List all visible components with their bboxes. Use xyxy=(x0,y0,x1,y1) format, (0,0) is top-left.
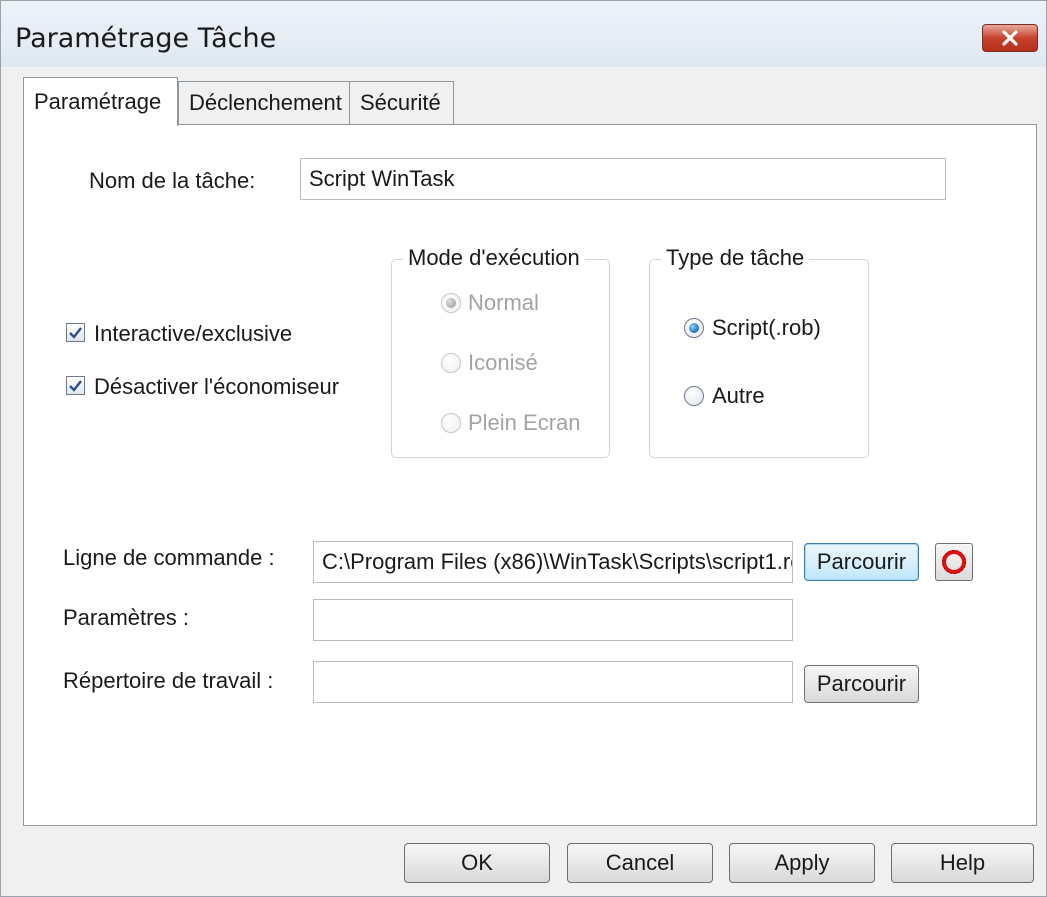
screensaver-label: Désactiver l'économiseur xyxy=(94,374,340,399)
radio-script-label: Script(.rob) xyxy=(712,315,821,340)
tab-label: Sécurité xyxy=(360,90,441,115)
dialog-window: Paramétrage Tâche Paramétrage Déclenchem… xyxy=(0,0,1047,897)
radio-plein-ecran-label: Plein Ecran xyxy=(468,410,581,435)
interactive-label: Interactive/exclusive xyxy=(94,321,293,346)
close-button[interactable] xyxy=(982,24,1038,52)
task-name-label: Nom de la tâche: xyxy=(89,168,256,193)
apply-button[interactable]: Apply xyxy=(729,843,875,883)
radio-iconise-label: Iconisé xyxy=(468,350,538,375)
radio-autre[interactable] xyxy=(684,386,704,406)
tab-parametrage[interactable]: Paramétrage xyxy=(23,77,178,126)
browse-working-dir-button[interactable]: Parcourir xyxy=(804,665,919,703)
ok-button[interactable]: OK xyxy=(404,843,550,883)
task-name-input[interactable]: Script WinTask xyxy=(300,158,946,200)
parameters-label: Paramètres : xyxy=(63,605,189,630)
working-dir-label: Répertoire de travail : xyxy=(63,668,274,693)
checkmark-icon xyxy=(69,327,82,339)
interactive-checkbox[interactable] xyxy=(66,323,85,342)
radio-iconise[interactable] xyxy=(441,353,461,373)
radio-normal-label: Normal xyxy=(468,290,539,315)
cancel-button[interactable]: Cancel xyxy=(567,843,713,883)
record-icon xyxy=(942,550,966,574)
command-line-input[interactable]: C:\Program Files (x86)\WinTask\Scripts\s… xyxy=(313,541,793,583)
radio-normal[interactable] xyxy=(441,293,461,313)
task-type-title: Type de tâche xyxy=(661,245,810,271)
close-icon xyxy=(1002,30,1018,46)
tab-declenchement[interactable]: Déclenchement xyxy=(178,81,351,124)
task-type-group xyxy=(649,259,869,458)
tab-label: Déclenchement xyxy=(189,90,342,115)
exec-mode-title: Mode d'exécution xyxy=(403,245,585,271)
parameters-input[interactable] xyxy=(313,599,793,641)
record-button[interactable] xyxy=(935,543,973,581)
radio-autre-label: Autre xyxy=(712,383,765,408)
tab-securite[interactable]: Sécurité xyxy=(349,81,454,124)
radio-plein-ecran[interactable] xyxy=(441,413,461,433)
checkmark-icon xyxy=(69,380,82,392)
browse-command-button[interactable]: Parcourir xyxy=(804,543,919,581)
command-line-label: Ligne de commande : xyxy=(63,545,275,570)
radio-script[interactable] xyxy=(684,318,704,338)
window-title: Paramétrage Tâche xyxy=(15,23,277,54)
screensaver-checkbox[interactable] xyxy=(66,376,85,395)
title-bar: Paramétrage Tâche xyxy=(1,1,1046,67)
tab-label: Paramétrage xyxy=(34,89,162,114)
tab-panel xyxy=(23,124,1037,826)
working-dir-input[interactable] xyxy=(313,661,793,703)
help-button[interactable]: Help xyxy=(891,843,1034,883)
